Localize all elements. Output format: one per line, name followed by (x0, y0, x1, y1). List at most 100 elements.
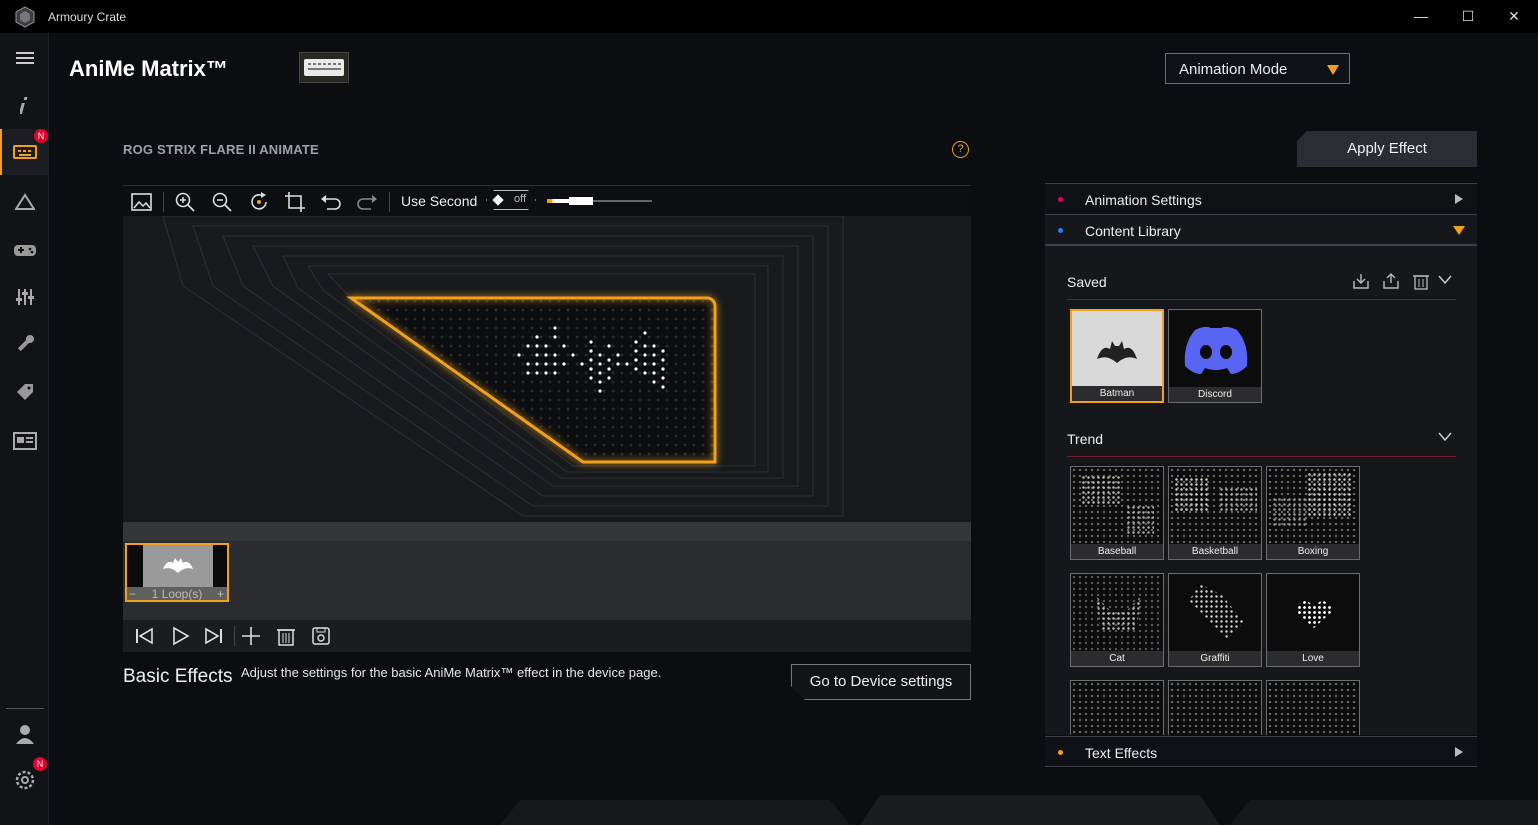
deals-tag-icon[interactable] (0, 369, 49, 415)
save-icon[interactable] (310, 625, 332, 647)
playback-controls (123, 620, 971, 652)
minimize-button[interactable]: — (1398, 0, 1444, 33)
trend-tile-graffiti[interactable]: Graffiti (1168, 573, 1262, 667)
section-divider (1067, 456, 1456, 457)
trend-tile[interactable] (1266, 680, 1360, 735)
boxing-thumbnail (1267, 467, 1359, 545)
help-icon[interactable]: ? (952, 141, 969, 158)
window-title: Armoury Crate (48, 10, 127, 24)
timeline-ruler (123, 522, 971, 541)
trend-thumbnail (1071, 681, 1163, 735)
text-effects-label: Text Effects (1085, 745, 1158, 761)
cat-thumbnail (1071, 574, 1163, 652)
zoom-out-icon[interactable] (210, 190, 234, 214)
import-icon[interactable] (1352, 272, 1370, 290)
saved-tile-batman[interactable]: Batman (1070, 309, 1164, 403)
keyboard-matrix-illustration (162, 216, 844, 517)
matrix-preview-canvas[interactable] (123, 216, 971, 522)
toolbar-divider (389, 192, 390, 212)
tools-icon[interactable] (0, 321, 49, 367)
saved-tile-discord[interactable]: Discord (1168, 309, 1262, 403)
rotate-icon[interactable] (247, 190, 271, 214)
trend-section-title: Trend (1067, 431, 1104, 447)
skip-back-icon[interactable] (133, 625, 155, 647)
love-thumbnail (1267, 574, 1359, 652)
mode-dropdown-value: Animation Mode (1179, 61, 1288, 78)
saved-section-title: Saved (1067, 274, 1107, 290)
animation-settings-row[interactable]: Animation Settings (1045, 183, 1477, 214)
collapse-chevron-icon[interactable] (1438, 432, 1452, 442)
mode-dropdown[interactable]: Animation Mode (1165, 53, 1350, 84)
discord-thumbnail (1169, 310, 1261, 388)
baseball-thumbnail (1071, 467, 1163, 545)
sidebar: N N (0, 33, 49, 825)
use-second-toggle[interactable]: off (486, 190, 536, 210)
crop-icon[interactable] (283, 190, 307, 214)
trash-icon[interactable] (275, 625, 297, 647)
tile-caption: Discord (1169, 387, 1261, 402)
notification-badge: N (34, 129, 48, 143)
timeline-frame[interactable]: − 1 Loop(s) + (125, 543, 229, 602)
close-button[interactable]: ✕ (1491, 0, 1537, 33)
trend-thumbnail (1169, 681, 1261, 735)
undo-icon[interactable] (319, 190, 343, 214)
menu-icon[interactable] (0, 35, 49, 81)
trend-tile[interactable] (1168, 680, 1262, 735)
keyboard-device-thumbnail[interactable] (299, 52, 349, 83)
redo-icon[interactable] (355, 190, 379, 214)
slider-handle[interactable] (569, 197, 593, 205)
tile-caption: Baseball (1071, 544, 1163, 559)
text-effects-row[interactable]: Text Effects (1045, 736, 1477, 767)
zoom-in-icon[interactable] (173, 190, 197, 214)
basic-effects-title: Basic Effects (123, 666, 233, 687)
collapse-chevron-icon[interactable] (1438, 275, 1452, 285)
image-icon[interactable] (130, 190, 154, 214)
go-to-device-settings-button[interactable]: Go to Device settings (791, 664, 971, 700)
export-icon[interactable] (1382, 272, 1400, 290)
loop-count-value: 1 Loop(s) (151, 587, 203, 601)
content-library: Saved Batman Discord Trend Baseball Bask… (1045, 245, 1477, 735)
trend-tile-basketball[interactable]: Basketball (1168, 466, 1262, 560)
play-icon[interactable] (169, 625, 191, 647)
brightness-slider[interactable] (547, 197, 652, 205)
tile-caption: Graffiti (1169, 651, 1261, 666)
trend-tile-baseball[interactable]: Baseball (1070, 466, 1164, 560)
equalizer-icon[interactable] (0, 274, 49, 320)
chevron-right-icon (1455, 194, 1463, 204)
settings-gear-icon[interactable]: N (0, 757, 49, 803)
apply-effect-button[interactable]: Apply Effect (1297, 131, 1477, 167)
maximize-button[interactable]: ☐ (1445, 0, 1491, 33)
pink-dot-icon (1058, 197, 1063, 202)
aura-icon[interactable] (0, 179, 49, 225)
notification-badge: N (33, 757, 47, 771)
batman-thumbnail (1072, 311, 1162, 389)
trend-tile-boxing[interactable]: Boxing (1266, 466, 1360, 560)
tile-caption: Boxing (1267, 544, 1359, 559)
basketball-thumbnail (1169, 467, 1261, 545)
title-bar: Armoury Crate — ☐ ✕ (0, 0, 1538, 33)
trash-icon[interactable] (1412, 272, 1430, 290)
news-icon[interactable] (0, 418, 49, 464)
toggle-knob (492, 194, 503, 205)
loop-count[interactable]: − 1 Loop(s) + (127, 587, 227, 601)
page-title: AniMe Matrix™ (69, 56, 228, 81)
add-icon[interactable] (240, 625, 262, 647)
skip-forward-icon[interactable] (203, 625, 225, 647)
game-icon[interactable] (0, 227, 49, 273)
section-divider (1067, 299, 1456, 300)
trend-tile-cat[interactable]: Cat (1070, 573, 1164, 667)
tile-caption: Love (1267, 651, 1359, 666)
trend-tile-love[interactable]: Love (1266, 573, 1360, 667)
keyboard-device-icon[interactable]: N (0, 129, 49, 175)
chevron-down-icon (1327, 65, 1339, 75)
use-second-label: Use Second (401, 193, 478, 209)
loop-decrease-button[interactable]: − (129, 587, 136, 601)
content-library-label: Content Library (1085, 223, 1181, 239)
content-library-row[interactable]: Content Library (1045, 214, 1477, 245)
user-icon[interactable] (0, 711, 49, 757)
toolbar-divider (163, 192, 164, 212)
info-icon[interactable] (0, 82, 49, 128)
trend-tile[interactable] (1070, 680, 1164, 735)
tile-caption: Basketball (1169, 544, 1261, 559)
loop-increase-button[interactable]: + (217, 587, 224, 601)
